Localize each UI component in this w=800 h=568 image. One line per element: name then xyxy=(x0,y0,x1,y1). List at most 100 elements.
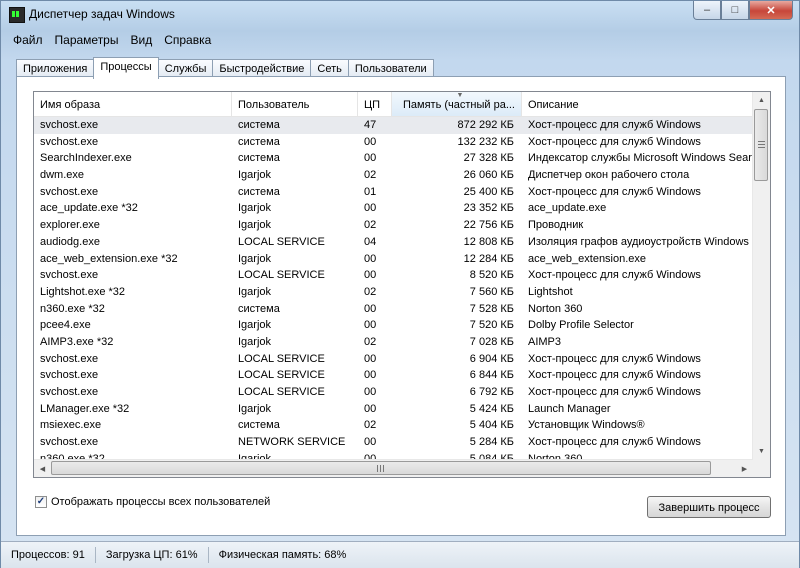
column-memory[interactable]: ▼ Память (частный ра... xyxy=(392,92,522,116)
cell-user-name: Igarjok xyxy=(238,252,272,265)
table-row[interactable]: msiexec.exe система 02 5 404 КБ Установщик W… xyxy=(34,417,753,434)
scroll-up-button[interactable]: ▲ xyxy=(753,92,770,109)
menu-help[interactable]: Справка xyxy=(158,31,217,49)
cell-image-name: svchost.exe xyxy=(40,386,99,398)
show-all-processes-checkbox[interactable]: ✓ xyxy=(35,496,47,508)
horizontal-scrollbar[interactable]: ◀ ▶ xyxy=(34,459,753,477)
cell-memory: 12 284 КБ xyxy=(463,252,514,265)
table-row[interactable]: svchost.exe система 01 25 400 КБ Хост-процес… xyxy=(34,184,753,201)
table-row[interactable]: explorer.exe Igarjok 02 22 756 КБ Проводник xyxy=(34,217,753,234)
cell-image-name: msiexec.exe xyxy=(40,419,102,432)
cell-description: Хост-процесс для служб Windows xyxy=(528,386,701,398)
cell-cpu: 00 xyxy=(364,252,377,265)
cell-image-name: svchost.exe xyxy=(40,369,99,382)
menu-file[interactable]: Файл xyxy=(7,31,49,49)
cell-image-name: svchost.exe xyxy=(40,119,99,131)
tab-processes[interactable]: Процессы xyxy=(93,57,159,79)
column-description[interactable]: Описание xyxy=(522,92,753,116)
scroll-left-button[interactable]: ◀ xyxy=(34,460,51,477)
horizontal-scroll-thumb[interactable] xyxy=(51,461,711,475)
cell-user-name: Igarjok xyxy=(238,285,272,298)
thumb-grip-line xyxy=(758,141,765,142)
cell-image-name: LManager.exe *32 xyxy=(40,402,130,415)
cell-description: Хост-процесс для служб Windows xyxy=(528,119,701,131)
table-row[interactable]: svchost.exe LOCAL SERVICE 00 6 904 КБ Хост-п… xyxy=(34,351,753,368)
table-row[interactable]: Lightshot.exe *32 Igarjok 02 7 560 КБ Lights… xyxy=(34,284,753,301)
cell-description: Хост-процесс для служб Windows xyxy=(528,135,701,148)
cell-memory: 23 352 КБ xyxy=(463,202,514,215)
window-controls: – □ ✕ xyxy=(693,1,793,20)
close-button[interactable]: ✕ xyxy=(749,1,793,20)
table-row[interactable]: AIMP3.exe *32 Igarjok 02 7 028 КБ AIMP3 xyxy=(34,334,753,351)
scroll-down-button[interactable]: ▼ xyxy=(753,443,770,460)
cell-description: Хост-процесс для служб Windows xyxy=(528,185,701,198)
status-bar: Процессов: 91 Загрузка ЦП: 61% Физическа… xyxy=(1,541,799,568)
vertical-scrollbar[interactable]: ▲ ▼ xyxy=(752,92,770,460)
thumb-grip-line xyxy=(758,144,765,145)
task-manager-app-icon xyxy=(9,7,25,23)
table-row[interactable]: dwm.exe Igarjok 02 26 060 КБ Диспетчер окон … xyxy=(34,167,753,184)
column-user-name[interactable]: Пользователь xyxy=(232,92,358,116)
cell-description: Хост-процесс для служб Windows xyxy=(528,352,701,365)
title-bar[interactable]: Диспетчер задач Windows – □ ✕ xyxy=(1,1,799,29)
cell-cpu: 00 xyxy=(364,352,377,365)
cell-cpu: 02 xyxy=(364,169,377,182)
thumb-grip-line xyxy=(377,465,378,472)
table-row[interactable]: LManager.exe *32 Igarjok 00 5 424 КБ Launch … xyxy=(34,401,753,418)
menu-options[interactable]: Параметры xyxy=(49,31,125,49)
table-row[interactable]: ace_web_extension.exe *32 Igarjok 00 12 284… xyxy=(34,251,753,268)
table-row[interactable]: svchost.exe LOCAL SERVICE 00 6 792 КБ Хост-п… xyxy=(34,384,753,401)
scroll-right-button[interactable]: ▶ xyxy=(736,460,753,477)
cell-cpu: 02 xyxy=(364,335,377,348)
table-row[interactable]: ace_update.exe *32 Igarjok 00 23 352 КБ ace_… xyxy=(34,200,753,217)
cell-image-name: audiodg.exe xyxy=(40,235,100,248)
close-icon: ✕ xyxy=(766,4,776,17)
show-all-processes-option[interactable]: ✓ Отображать процессы всех пользователей xyxy=(35,496,270,508)
cell-image-name: svchost.exe xyxy=(40,135,99,148)
cell-user-name: Igarjok xyxy=(238,219,272,232)
cell-cpu: 00 xyxy=(364,135,377,148)
cell-memory: 12 808 КБ xyxy=(463,235,514,248)
cell-user-name: Igarjok xyxy=(238,402,272,415)
vertical-scroll-thumb[interactable] xyxy=(754,109,768,181)
end-process-button[interactable]: Завершить процесс xyxy=(647,496,771,518)
scroll-left-icon: ◀ xyxy=(39,465,46,473)
cell-image-name: AIMP3.exe *32 xyxy=(40,335,114,348)
status-physical-memory: Физическая память: 68% xyxy=(218,549,347,561)
thumb-grip-line xyxy=(383,465,384,472)
cell-description: Проводник xyxy=(528,219,584,232)
cell-memory: 7 528 КБ xyxy=(469,302,514,315)
table-row[interactable]: svchost.exe система 47 872 292 КБ Хост-проце… xyxy=(34,117,753,134)
scroll-down-icon: ▼ xyxy=(758,448,765,455)
processes-panel: Имя образа Пользователь ЦП ▼ Память (част… xyxy=(16,76,786,536)
cell-user-name: система xyxy=(238,119,280,131)
cell-image-name: svchost.exe xyxy=(40,352,99,365)
table-row[interactable]: pcee4.exe Igarjok 00 7 520 КБ Dolby Profile … xyxy=(34,317,753,334)
cell-memory: 7 028 КБ xyxy=(469,335,514,348)
minimize-button[interactable]: – xyxy=(693,1,721,20)
process-rows: svchost.exe система 47 872 292 КБ Хост-проце… xyxy=(34,117,753,467)
cell-description: Хост-процесс для служб Windows xyxy=(528,369,701,382)
window-title: Диспетчер задач Windows xyxy=(29,7,175,21)
table-row[interactable]: svchost.exe LOCAL SERVICE 00 8 520 КБ Хост-п… xyxy=(34,267,753,284)
cell-cpu: 01 xyxy=(364,185,377,198)
cell-image-name: Lightshot.exe *32 xyxy=(40,285,126,298)
table-row[interactable]: audiodg.exe LOCAL SERVICE 04 12 808 КБ Изоля… xyxy=(34,234,753,251)
cell-user-name: Igarjok xyxy=(238,319,272,332)
table-row[interactable]: n360.exe *32 система 00 7 528 КБ Norton 360 xyxy=(34,301,753,318)
thumb-grip-line xyxy=(758,147,765,148)
table-row[interactable]: SearchIndexer.exe система 00 27 328 КБ Индек… xyxy=(34,150,753,167)
cell-cpu: 02 xyxy=(364,419,377,432)
maximize-button[interactable]: □ xyxy=(721,1,749,20)
cell-memory: 5 424 КБ xyxy=(469,402,514,415)
table-row[interactable]: svchost.exe система 00 132 232 КБ Хост-проце… xyxy=(34,134,753,151)
cell-description: Хост-процесс для служб Windows xyxy=(528,436,701,449)
status-cpu-usage: Загрузка ЦП: 61% xyxy=(96,547,209,563)
process-list[interactable]: Имя образа Пользователь ЦП ▼ Память (част… xyxy=(33,91,771,478)
table-row[interactable]: svchost.exe NETWORK SERVICE 00 5 284 КБ Хост… xyxy=(34,434,753,451)
column-cpu[interactable]: ЦП xyxy=(358,92,392,116)
table-row[interactable]: svchost.exe LOCAL SERVICE 00 6 844 КБ Хост-п… xyxy=(34,367,753,384)
cell-user-name: система xyxy=(238,135,280,148)
menu-view[interactable]: Вид xyxy=(124,31,158,49)
column-image-name[interactable]: Имя образа xyxy=(34,92,232,116)
